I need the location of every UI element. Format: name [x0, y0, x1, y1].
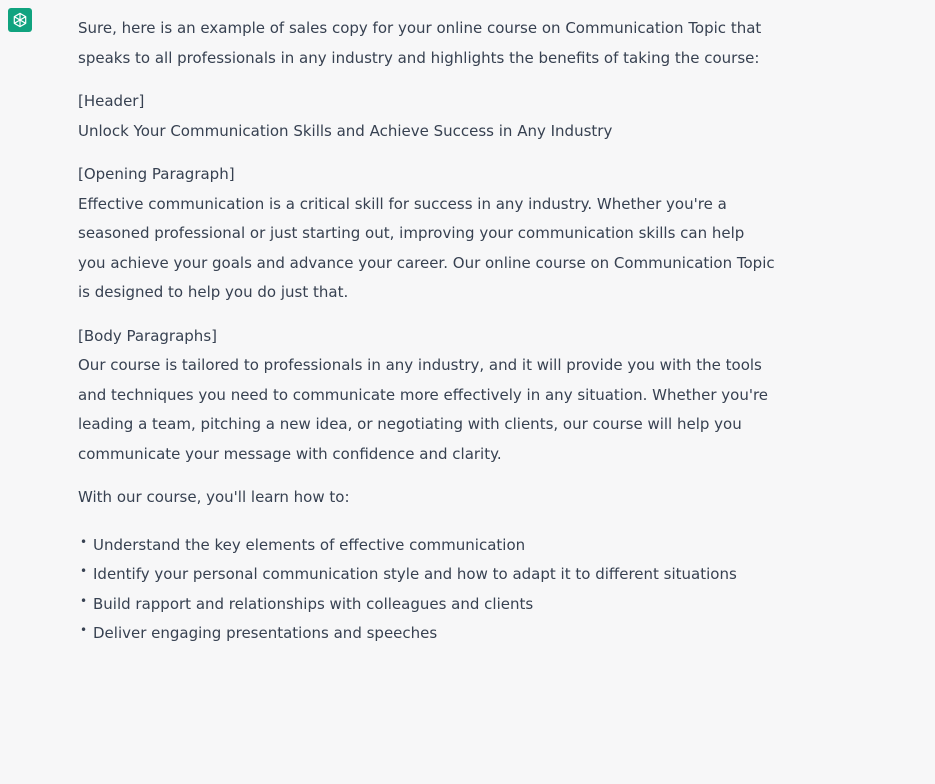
learn-intro: With our course, you'll learn how to: [78, 488, 350, 506]
assistant-message: Sure, here is an example of sales copy f… [0, 0, 935, 784]
list-item: • Understand the key elements of effecti… [78, 531, 935, 561]
openai-logo-icon [13, 12, 27, 28]
opening-paragraph-line: seasoned professional or just starting o… [78, 224, 745, 242]
list-item: • Build rapport and relationships with c… [78, 590, 935, 620]
assistant-logo-icon [8, 8, 32, 32]
message-content: Sure, here is an example of sales copy f… [78, 0, 935, 649]
header-tag: [Header] [78, 92, 145, 110]
bullet-icon: • [80, 593, 88, 608]
list-item-text: Build rapport and relationships with col… [93, 594, 534, 613]
list-item-text: Identify your personal communication sty… [93, 565, 737, 583]
header-text: Unlock Your Communication Skills and Ach… [78, 121, 613, 140]
body-paragraph-line: leading a team, pitching a new idea, or … [78, 415, 742, 433]
list-item: • Identify your personal communication s… [78, 560, 935, 590]
bullet-icon: • [80, 534, 88, 549]
body-paragraphs-tag: [Body Paragraphs] [78, 326, 217, 345]
bullet-icon: • [80, 623, 88, 637]
body-paragraph-line: and techniques you need to communicate m… [78, 385, 769, 404]
list-item: • Deliver engaging presentations and spe… [78, 619, 935, 649]
opening-paragraph-line: you achieve your goals and advance your … [78, 253, 775, 272]
opening-paragraph-line: Effective communication is a critical sk… [78, 194, 727, 213]
opening-paragraph-line: is designed to help you do just that. [78, 283, 349, 301]
intro-line: speaks to all professionals in any indus… [78, 48, 760, 67]
list-item-text: Understand the key elements of effective… [93, 535, 526, 554]
intro-line: Sure, here is an example of sales copy f… [78, 19, 762, 37]
bullet-icon: • [80, 564, 88, 578]
benefit-list: • Understand the key elements of effecti… [78, 531, 935, 649]
body-paragraph-line: Our course is tailored to professionals … [78, 356, 762, 374]
list-item-text: Deliver engaging presentations and speec… [93, 624, 438, 642]
body-paragraph-line: communicate your message with confidence… [78, 444, 502, 463]
opening-paragraph-tag: [Opening Paragraph] [78, 165, 235, 183]
